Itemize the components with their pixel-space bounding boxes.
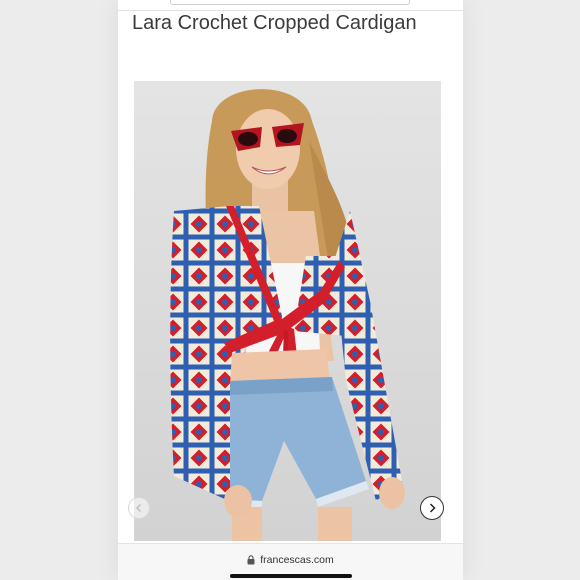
product-image[interactable]	[134, 81, 441, 541]
phone-screen: Lara Crochet Cropped Cardigan francescas…	[118, 0, 463, 580]
chevron-right-icon	[429, 503, 436, 513]
chevron-left-icon	[136, 504, 141, 512]
header-divider	[118, 10, 463, 11]
address-content: francescas.com	[118, 552, 463, 568]
home-indicator[interactable]	[230, 574, 352, 578]
carousel-next-button[interactable]	[420, 496, 444, 520]
product-photo-illustration	[134, 81, 441, 541]
lock-icon	[247, 555, 255, 565]
site-domain: francescas.com	[260, 554, 334, 566]
top-search-field[interactable]	[170, 0, 410, 5]
carousel-prev-button[interactable]	[128, 497, 150, 519]
product-title: Lara Crochet Cropped Cardigan	[132, 12, 417, 34]
